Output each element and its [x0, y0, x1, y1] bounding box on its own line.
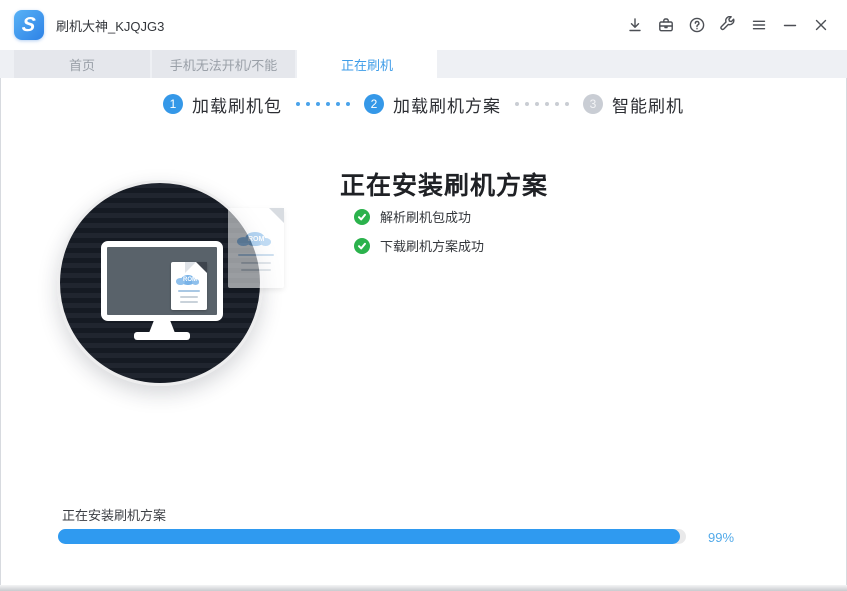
floating-rom-file-icon: ROM [228, 208, 284, 288]
app-logo-icon: S [14, 10, 44, 40]
close-icon[interactable] [811, 15, 831, 35]
monitor-icon: ROM [101, 241, 223, 321]
step-connector-active [296, 102, 350, 106]
rom-file-icon: ROM [171, 262, 207, 310]
step-load-plan: 2 加载刷机方案 [364, 92, 501, 117]
step-3-badge: 3 [583, 94, 603, 114]
check-success-icon [354, 209, 370, 225]
titlebar-actions [625, 15, 847, 35]
minimize-icon[interactable] [780, 15, 800, 35]
help-icon[interactable] [687, 15, 707, 35]
step-1-label: 加载刷机包 [192, 92, 282, 117]
tab-flashing-label: 正在刷机 [341, 55, 393, 74]
app-window: S 刷机大神_KJQJG3 [0, 0, 847, 591]
status-title: 正在安装刷机方案 [340, 166, 548, 202]
progress-percent: 99% [708, 530, 734, 545]
tab-bar: 首页 手机无法开机/不能 正在刷机 [0, 50, 847, 78]
progress-label: 正在安装刷机方案 [62, 505, 166, 524]
checklist-item-label: 下载刷机方案成功 [380, 236, 484, 255]
check-success-icon [354, 238, 370, 254]
monitor-base [134, 332, 190, 340]
checklist-item-label: 解析刷机包成功 [380, 207, 471, 226]
step-load-package: 1 加载刷机包 [163, 92, 282, 117]
app-logo-glyph: S [21, 15, 36, 35]
step-smart-flash: 3 智能刷机 [583, 92, 684, 117]
step-3-label: 智能刷机 [612, 92, 684, 117]
toolbox-icon[interactable] [656, 15, 676, 35]
download-icon[interactable] [625, 15, 645, 35]
progress-bar [58, 529, 686, 544]
checklist-item: 下载刷机方案成功 [354, 236, 484, 255]
titlebar: S 刷机大神_KJQJG3 [0, 0, 847, 50]
tab-home[interactable]: 首页 [14, 50, 150, 78]
step-connector-pending [515, 102, 569, 106]
tab-phone-wont-boot[interactable]: 手机无法开机/不能 [152, 50, 295, 78]
wrench-icon[interactable] [718, 15, 738, 35]
tab-phone-wont-boot-label: 手机无法开机/不能 [170, 55, 278, 74]
tab-flashing[interactable]: 正在刷机 [297, 50, 437, 78]
menu-icon[interactable] [749, 15, 769, 35]
step-indicator: 1 加载刷机包 2 加载刷机方案 3 智能刷机 [0, 88, 847, 120]
progress-fill [58, 529, 680, 544]
window-bottom-edge [0, 585, 847, 591]
step-1-badge: 1 [163, 94, 183, 114]
window-title: 刷机大神_KJQJG3 [56, 16, 164, 35]
step-2-badge: 2 [364, 94, 384, 114]
tab-home-label: 首页 [69, 55, 95, 74]
step-2-label: 加载刷机方案 [393, 92, 501, 117]
checklist-item: 解析刷机包成功 [354, 207, 471, 226]
